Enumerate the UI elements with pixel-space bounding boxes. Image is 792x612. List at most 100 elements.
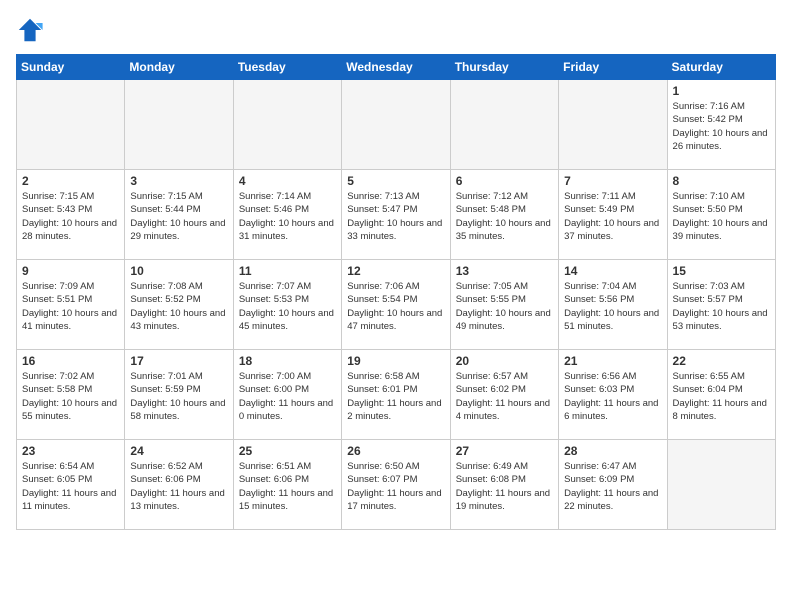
calendar-body: 1 Sunrise: 7:16 AM Sunset: 5:42 PM Daylig… — [17, 80, 776, 530]
day-number: 11 — [239, 264, 336, 278]
day-number: 12 — [347, 264, 444, 278]
day-cell: 9 Sunrise: 7:09 AM Sunset: 5:51 PM Daylig… — [17, 260, 125, 350]
day-cell: 21 Sunrise: 6:56 AM Sunset: 6:03 PM Dayli… — [559, 350, 667, 440]
day-info: Sunrise: 7:13 AM Sunset: 5:47 PM Dayligh… — [347, 190, 444, 243]
day-number: 9 — [22, 264, 119, 278]
weekday-header-row: SundayMondayTuesdayWednesdayThursdayFrid… — [17, 55, 776, 80]
day-info: Sunrise: 7:06 AM Sunset: 5:54 PM Dayligh… — [347, 280, 444, 333]
day-cell: 5Sunrise: 7:13 AM Sunset: 5:47 PM Daylig… — [342, 170, 450, 260]
day-cell: 13 Sunrise: 7:05 AM Sunset: 5:55 PM Dayli… — [450, 260, 558, 350]
week-row-2: 2Sunrise: 7:15 AM Sunset: 5:43 PM Daylig… — [17, 170, 776, 260]
day-info: Sunrise: 6:58 AM Sunset: 6:01 PM Dayligh… — [347, 370, 444, 423]
day-number: 24 — [130, 444, 227, 458]
weekday-thursday: Thursday — [450, 55, 558, 80]
day-cell: 10 Sunrise: 7:08 AM Sunset: 5:52 PM Dayli… — [125, 260, 233, 350]
day-cell — [17, 80, 125, 170]
day-cell: 8Sunrise: 7:10 AM Sunset: 5:50 PM Daylig… — [667, 170, 775, 260]
calendar-table: SundayMondayTuesdayWednesdayThursdayFrid… — [16, 54, 776, 530]
day-number: 2 — [22, 174, 119, 188]
day-number: 15 — [673, 264, 770, 278]
day-cell: 4 Sunrise: 7:14 AM Sunset: 5:46 PM Daylig… — [233, 170, 341, 260]
day-info: Sunrise: 6:55 AM Sunset: 6:04 PM Dayligh… — [673, 370, 770, 423]
day-info: Sunrise: 6:47 AM Sunset: 6:09 PM Dayligh… — [564, 460, 661, 513]
day-cell: 15 Sunrise: 7:03 AM Sunset: 5:57 PM Dayli… — [667, 260, 775, 350]
day-info: Sunrise: 7:15 AM Sunset: 5:44 PM Dayligh… — [130, 190, 227, 243]
day-number: 3 — [130, 174, 227, 188]
day-cell: 17 Sunrise: 7:01 AM Sunset: 5:59 PM Dayli… — [125, 350, 233, 440]
day-cell — [559, 80, 667, 170]
day-number: 4 — [239, 174, 336, 188]
day-info: Sunrise: 7:07 AM Sunset: 5:53 PM Dayligh… — [239, 280, 336, 333]
logo-icon — [16, 16, 44, 44]
day-cell: 14 Sunrise: 7:04 AM Sunset: 5:56 PM Dayli… — [559, 260, 667, 350]
day-info: Sunrise: 7:04 AM Sunset: 5:56 PM Dayligh… — [564, 280, 661, 333]
day-number: 22 — [673, 354, 770, 368]
day-number: 13 — [456, 264, 553, 278]
day-info: Sunrise: 6:49 AM Sunset: 6:08 PM Dayligh… — [456, 460, 553, 513]
day-cell: 1 Sunrise: 7:16 AM Sunset: 5:42 PM Daylig… — [667, 80, 775, 170]
day-info: Sunrise: 7:10 AM Sunset: 5:50 PM Dayligh… — [673, 190, 770, 243]
day-cell — [667, 440, 775, 530]
day-info: Sunrise: 7:00 AM Sunset: 6:00 PM Dayligh… — [239, 370, 336, 423]
day-number: 28 — [564, 444, 661, 458]
page-header — [16, 16, 776, 44]
day-cell: 25 Sunrise: 6:51 AM Sunset: 6:06 PM Dayli… — [233, 440, 341, 530]
day-number: 10 — [130, 264, 227, 278]
day-number: 23 — [22, 444, 119, 458]
weekday-tuesday: Tuesday — [233, 55, 341, 80]
day-cell — [125, 80, 233, 170]
day-number: 25 — [239, 444, 336, 458]
day-number: 19 — [347, 354, 444, 368]
week-row-3: 9 Sunrise: 7:09 AM Sunset: 5:51 PM Daylig… — [17, 260, 776, 350]
day-info: Sunrise: 7:03 AM Sunset: 5:57 PM Dayligh… — [673, 280, 770, 333]
weekday-monday: Monday — [125, 55, 233, 80]
day-info: Sunrise: 7:01 AM Sunset: 5:59 PM Dayligh… — [130, 370, 227, 423]
day-number: 21 — [564, 354, 661, 368]
day-info: Sunrise: 7:14 AM Sunset: 5:46 PM Dayligh… — [239, 190, 336, 243]
day-info: Sunrise: 7:11 AM Sunset: 5:49 PM Dayligh… — [564, 190, 661, 243]
day-info: Sunrise: 7:05 AM Sunset: 5:55 PM Dayligh… — [456, 280, 553, 333]
day-number: 1 — [673, 84, 770, 98]
day-number: 27 — [456, 444, 553, 458]
day-cell: 12 Sunrise: 7:06 AM Sunset: 5:54 PM Dayli… — [342, 260, 450, 350]
day-info: Sunrise: 6:52 AM Sunset: 6:06 PM Dayligh… — [130, 460, 227, 513]
day-info: Sunrise: 7:09 AM Sunset: 5:51 PM Dayligh… — [22, 280, 119, 333]
day-number: 14 — [564, 264, 661, 278]
day-number: 16 — [22, 354, 119, 368]
day-cell: 16 Sunrise: 7:02 AM Sunset: 5:58 PM Dayli… — [17, 350, 125, 440]
week-row-1: 1 Sunrise: 7:16 AM Sunset: 5:42 PM Daylig… — [17, 80, 776, 170]
day-info: Sunrise: 7:08 AM Sunset: 5:52 PM Dayligh… — [130, 280, 227, 333]
day-cell: 3 Sunrise: 7:15 AM Sunset: 5:44 PM Daylig… — [125, 170, 233, 260]
day-info: Sunrise: 7:02 AM Sunset: 5:58 PM Dayligh… — [22, 370, 119, 423]
day-cell: 6 Sunrise: 7:12 AM Sunset: 5:48 PM Daylig… — [450, 170, 558, 260]
day-cell: 18 Sunrise: 7:00 AM Sunset: 6:00 PM Dayli… — [233, 350, 341, 440]
day-number: 6 — [456, 174, 553, 188]
day-cell: 2Sunrise: 7:15 AM Sunset: 5:43 PM Daylig… — [17, 170, 125, 260]
week-row-4: 16 Sunrise: 7:02 AM Sunset: 5:58 PM Dayli… — [17, 350, 776, 440]
week-row-5: 23Sunrise: 6:54 AM Sunset: 6:05 PM Dayli… — [17, 440, 776, 530]
day-info: Sunrise: 6:51 AM Sunset: 6:06 PM Dayligh… — [239, 460, 336, 513]
day-cell: 28 Sunrise: 6:47 AM Sunset: 6:09 PM Dayli… — [559, 440, 667, 530]
day-cell — [233, 80, 341, 170]
day-cell: 7 Sunrise: 7:11 AM Sunset: 5:49 PM Daylig… — [559, 170, 667, 260]
day-info: Sunrise: 7:12 AM Sunset: 5:48 PM Dayligh… — [456, 190, 553, 243]
weekday-wednesday: Wednesday — [342, 55, 450, 80]
day-cell: 23Sunrise: 6:54 AM Sunset: 6:05 PM Dayli… — [17, 440, 125, 530]
day-cell: 20Sunrise: 6:57 AM Sunset: 6:02 PM Dayli… — [450, 350, 558, 440]
day-cell: 11 Sunrise: 7:07 AM Sunset: 5:53 PM Dayli… — [233, 260, 341, 350]
day-cell — [450, 80, 558, 170]
weekday-saturday: Saturday — [667, 55, 775, 80]
day-cell: 24 Sunrise: 6:52 AM Sunset: 6:06 PM Dayli… — [125, 440, 233, 530]
day-info: Sunrise: 6:50 AM Sunset: 6:07 PM Dayligh… — [347, 460, 444, 513]
day-cell: 19 Sunrise: 6:58 AM Sunset: 6:01 PM Dayli… — [342, 350, 450, 440]
day-info: Sunrise: 6:56 AM Sunset: 6:03 PM Dayligh… — [564, 370, 661, 423]
weekday-sunday: Sunday — [17, 55, 125, 80]
day-number: 7 — [564, 174, 661, 188]
day-number: 17 — [130, 354, 227, 368]
day-number: 18 — [239, 354, 336, 368]
day-info: Sunrise: 6:57 AM Sunset: 6:02 PM Dayligh… — [456, 370, 553, 423]
day-info: Sunrise: 7:16 AM Sunset: 5:42 PM Dayligh… — [673, 100, 770, 153]
logo — [16, 16, 46, 44]
day-cell: 22 Sunrise: 6:55 AM Sunset: 6:04 PM Dayli… — [667, 350, 775, 440]
day-cell: 27 Sunrise: 6:49 AM Sunset: 6:08 PM Dayli… — [450, 440, 558, 530]
